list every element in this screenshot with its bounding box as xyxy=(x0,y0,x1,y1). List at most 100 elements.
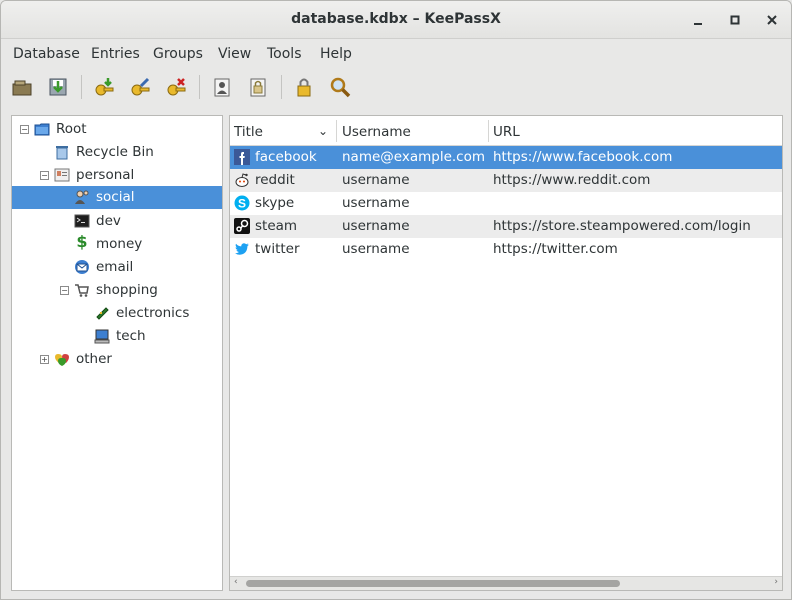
tree-item-label: shopping xyxy=(96,282,158,298)
tree-item-social[interactable]: social xyxy=(12,186,222,209)
toolbar xyxy=(1,69,791,105)
entry-username: username xyxy=(342,241,410,257)
menu-groups[interactable]: Groups xyxy=(153,46,203,62)
edit-entry-icon xyxy=(131,77,150,96)
table-row[interactable]: reddit username https://www.reddit.com xyxy=(230,169,782,192)
tree-item-recycle-bin[interactable]: Recycle Bin xyxy=(12,141,222,164)
cart-icon xyxy=(75,284,89,297)
collapse-toggle[interactable]: − xyxy=(40,171,49,180)
tree-item-label: other xyxy=(76,351,112,367)
table-row[interactable]: S skype username xyxy=(230,192,782,215)
entry-url: https://store.steampowered.com/login xyxy=(493,218,751,234)
tree-item-root[interactable]: − Root xyxy=(12,118,222,141)
open-database-icon xyxy=(12,80,32,96)
entry-title: twitter xyxy=(255,241,300,257)
table-row[interactable]: facebook name@example.com https://www.fa… xyxy=(230,146,782,169)
toolbar-separator xyxy=(199,75,200,99)
tree-item-label: tech xyxy=(116,328,146,344)
scroll-right-arrow-icon[interactable]: › xyxy=(774,577,778,587)
tree-item-label: money xyxy=(96,236,143,252)
tree-item-other[interactable]: + other xyxy=(12,348,222,371)
menu-database[interactable]: Database xyxy=(13,46,80,62)
entry-url: https://www.facebook.com xyxy=(493,149,673,165)
delete-entry-icon xyxy=(167,78,186,96)
edit-entry-button[interactable] xyxy=(127,74,153,100)
table-row[interactable]: steam username https://store.steampowere… xyxy=(230,215,782,238)
entry-url: https://twitter.com xyxy=(493,241,618,257)
maximize-button[interactable] xyxy=(724,9,746,31)
collapse-toggle[interactable]: − xyxy=(60,286,69,295)
entry-username: username xyxy=(342,195,410,211)
tree-item-email[interactable]: email xyxy=(12,256,222,279)
circuit-icon xyxy=(96,307,109,320)
search-icon xyxy=(330,77,351,98)
menu-tools[interactable]: Tools xyxy=(267,46,302,62)
menu-entries[interactable]: Entries xyxy=(91,46,140,62)
column-header-title[interactable]: Title xyxy=(234,116,263,146)
scroll-left-arrow-icon[interactable]: ‹ xyxy=(234,577,238,587)
skype-icon: S xyxy=(234,195,250,211)
entry-title: skype xyxy=(255,195,295,211)
steam-icon xyxy=(234,218,250,234)
folder-icon xyxy=(34,123,50,136)
toolbar-separator xyxy=(281,75,282,99)
expand-toggle[interactable]: + xyxy=(40,355,49,364)
column-header-username[interactable]: Username xyxy=(342,116,411,146)
add-entry-icon xyxy=(95,78,114,96)
recycle-bin-icon xyxy=(56,146,68,160)
menu-help[interactable]: Help xyxy=(320,46,352,62)
search-button[interactable] xyxy=(327,74,353,100)
group-tree[interactable]: − Root Recycle Bin − personal social dev… xyxy=(11,115,223,591)
table-row[interactable]: twitter username https://twitter.com xyxy=(230,238,782,261)
tree-item-label: Root xyxy=(56,121,87,137)
facebook-icon xyxy=(234,149,250,165)
app-window: database.kdbx – KeePassX Database Entrie… xyxy=(0,0,792,600)
window-title: database.kdbx – KeePassX xyxy=(291,11,501,27)
menu-bar: Database Entries Groups View Tools Help xyxy=(1,39,791,69)
entry-url: https://www.reddit.com xyxy=(493,172,651,188)
hearts-icon xyxy=(55,354,69,366)
entry-table[interactable]: Title ⌄ Username URL facebook name@examp… xyxy=(229,115,783,591)
maximize-icon xyxy=(730,15,740,25)
entry-title: reddit xyxy=(255,172,295,188)
copy-username-icon xyxy=(214,78,230,97)
tree-item-label: social xyxy=(96,189,135,205)
collapse-toggle[interactable]: − xyxy=(20,125,29,134)
entry-username: username xyxy=(342,172,410,188)
close-button[interactable] xyxy=(761,9,783,31)
column-divider[interactable] xyxy=(336,120,337,142)
save-database-button[interactable] xyxy=(45,74,71,100)
entry-username: name@example.com xyxy=(342,149,486,165)
save-database-icon xyxy=(49,78,67,96)
menu-view[interactable]: View xyxy=(218,46,251,62)
tree-item-dev[interactable]: dev xyxy=(12,210,222,233)
close-icon xyxy=(767,15,777,25)
copy-username-button[interactable] xyxy=(209,74,235,100)
lock-database-button[interactable] xyxy=(291,74,317,100)
delete-entry-button[interactable] xyxy=(163,74,189,100)
sort-indicator-icon[interactable]: ⌄ xyxy=(318,116,328,146)
tree-item-money[interactable]: $ money xyxy=(12,233,222,256)
tree-item-personal[interactable]: − personal xyxy=(12,164,222,187)
users-icon xyxy=(75,190,89,204)
minimize-button[interactable] xyxy=(687,9,709,31)
tree-item-tech[interactable]: tech xyxy=(12,325,222,348)
column-divider[interactable] xyxy=(488,120,489,142)
tree-item-shopping[interactable]: − shopping xyxy=(12,279,222,302)
tree-item-label: personal xyxy=(76,167,135,183)
title-bar[interactable]: database.kdbx – KeePassX xyxy=(1,1,791,39)
computer-icon xyxy=(94,329,110,344)
tree-item-label: dev xyxy=(96,213,121,229)
tree-item-electronics[interactable]: electronics xyxy=(12,302,222,325)
add-entry-button[interactable] xyxy=(91,74,117,100)
scrollbar-thumb[interactable] xyxy=(246,580,620,587)
column-header-url[interactable]: URL xyxy=(493,116,520,146)
tree-item-label: Recycle Bin xyxy=(76,144,154,160)
dollar-icon: $ xyxy=(76,232,88,251)
copy-password-button[interactable] xyxy=(245,74,271,100)
horizontal-scrollbar[interactable]: ‹ › xyxy=(230,576,782,590)
open-database-button[interactable] xyxy=(9,74,35,100)
email-icon xyxy=(75,260,89,274)
table-header: Title ⌄ Username URL xyxy=(230,116,782,146)
twitter-icon xyxy=(234,243,249,255)
